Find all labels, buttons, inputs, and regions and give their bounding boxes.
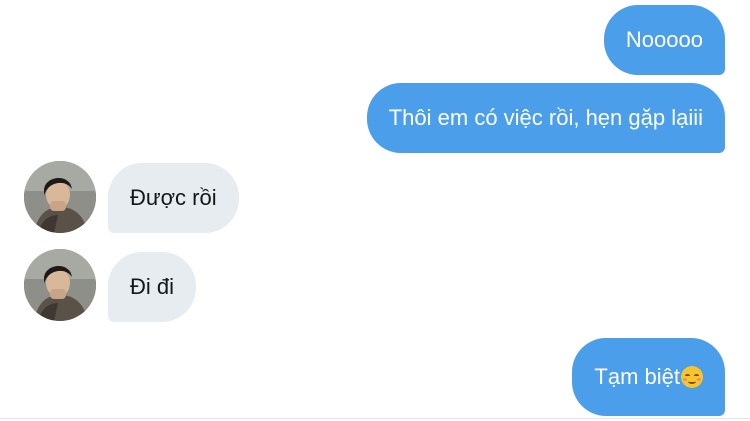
message-text: Được rồi	[130, 185, 217, 210]
message-text: Nooooo	[625, 27, 703, 52]
outgoing-message-bubble[interactable]: Nooooo	[603, 5, 725, 75]
divider	[0, 418, 750, 419]
message-text: Thôi em có việc rồi, hẹn gặp lạiii	[388, 105, 703, 130]
outgoing-message-bubble[interactable]: Tạm biệt	[572, 338, 725, 416]
contact-avatar[interactable]	[24, 249, 96, 321]
outgoing-message-bubble[interactable]: Thôi em có việc rồi, hẹn gặp lạiii	[366, 83, 725, 153]
avatar-photo-icon	[24, 161, 96, 233]
message-text: Đi đi	[130, 274, 175, 299]
incoming-message-bubble[interactable]: Được rồi	[108, 163, 239, 233]
incoming-message-bubble[interactable]: Đi đi	[108, 252, 197, 322]
contact-avatar[interactable]	[24, 161, 96, 233]
message-text: Tạm biệt	[594, 364, 680, 389]
avatar-photo-icon	[24, 249, 96, 321]
smiling-face-icon	[681, 366, 703, 388]
